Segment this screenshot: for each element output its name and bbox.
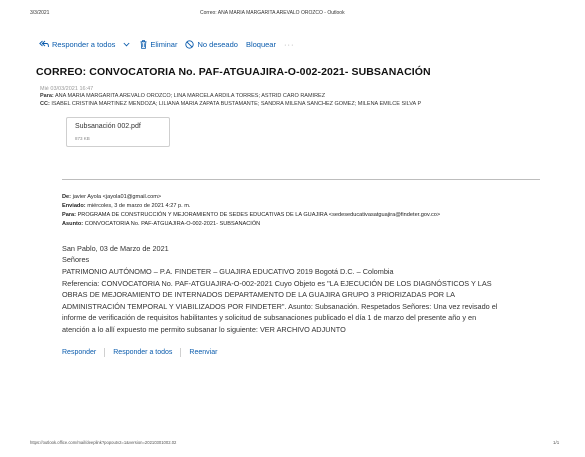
trash-icon <box>140 39 147 49</box>
email-subject: CORREO: CONVOCATORIA No. PAF-ATGUAJIRA-O… <box>36 66 431 78</box>
fwd-to-line: Para: PROGRAMA DE CONSTRUCCIÓN Y MEJORAM… <box>62 212 440 218</box>
sent-date-faded: Mié 03/03/2021 16:47 <box>40 86 94 92</box>
reply-all-icon <box>39 40 49 47</box>
fwd-sent-line: Enviado: miércoles, 3 de marzo de 2021 4… <box>62 203 190 209</box>
reply-all-link[interactable]: Responder a todos <box>105 349 180 356</box>
attachment-card[interactable]: Subsanación 002.pdf 873 KB <box>66 117 170 147</box>
junk-button[interactable]: No deseado <box>185 39 238 49</box>
fwd-sent-label: Enviado: <box>62 203 86 209</box>
print-page-number: 1/1 <box>553 440 560 445</box>
body-line: informe de verificación de requisitos ha… <box>62 313 477 322</box>
print-title: Correo: ANA MARIA MARGARITA AREVALO OROZ… <box>200 10 345 16</box>
fwd-subject-label: Asunto: <box>62 221 84 227</box>
delete-button[interactable]: Eliminar <box>140 40 177 49</box>
body-line: atención a lo allí expuesto me permito s… <box>62 325 346 334</box>
to-recipients: ANA MARIA MARGARITA AREVALO OROZCO; LINA… <box>55 93 326 99</box>
attachment-size: 873 KB <box>75 136 90 141</box>
body-line: San Pablo, 03 de Marzo de 2021 <box>62 244 169 253</box>
more-options-icon[interactable]: ··· <box>284 40 295 49</box>
chevron-down-icon[interactable] <box>123 40 130 49</box>
cc-label: CC: <box>40 101 50 107</box>
body-line: ADMINISTRACIÓN TEMPORAL Y VIABILIZADOS P… <box>62 302 498 311</box>
reply-all-button[interactable]: Responder a todos <box>39 40 115 49</box>
to-label: Para: <box>40 93 54 99</box>
message-divider <box>62 179 540 180</box>
fwd-sent-value: miércoles, 3 de marzo de 2021 4:27 p. m. <box>87 203 191 209</box>
fwd-from-label: De: <box>62 194 72 200</box>
fwd-from-value: javier Ayola <jayola01@gmail.com> <box>72 194 162 200</box>
block-button[interactable]: Bloquear <box>246 40 276 49</box>
cc-recipients: ISABEL CRISTINA MARTINEZ MENDOZA; LILIAN… <box>51 101 422 107</box>
cc-line: CC: ISABEL CRISTINA MARTINEZ MENDOZA; LI… <box>40 101 421 107</box>
block-label: Bloquear <box>245 39 276 49</box>
body-line: PATRIMONIO AUTÓNOMO – P.A. FINDETER – GU… <box>62 267 394 276</box>
body-line: Señores <box>62 255 90 264</box>
fwd-to-value: PROGRAMA DE CONSTRUCCIÓN Y MEJORAMIENTO … <box>77 212 441 218</box>
body-line: OBRAS DE MEJORAMIENTO DE INTERNADOS DEPA… <box>62 290 456 299</box>
reply-all-label: Responder a todos <box>52 39 116 49</box>
forward-link[interactable]: Reenviar <box>181 349 225 356</box>
fwd-to-label: Para: <box>62 212 76 218</box>
print-date: 3/3/2021 <box>30 10 50 16</box>
reply-actions: Responder Responder a todos Reenviar <box>62 348 225 357</box>
body-line: Referencia: CONVOCATORIA No. PAF-ATGUAJI… <box>62 279 492 288</box>
junk-label: No deseado <box>197 39 238 49</box>
message-toolbar: Responder a todos Eliminar No deseado Bl… <box>39 38 294 50</box>
reply-link[interactable]: Responder <box>62 349 104 356</box>
to-line: Para: ANA MARIA MARGARITA AREVALO OROZCO… <box>40 93 325 99</box>
fwd-subject-line: Asunto: CONVOCATORIA No. PAF-ATGUAJIRA-O… <box>62 221 260 227</box>
delete-label: Eliminar <box>150 39 178 49</box>
block-icon <box>185 39 195 49</box>
fwd-from-line: De: javier Ayola <jayola01@gmail.com> <box>62 194 161 200</box>
print-footer-url: https://outlook.office.com/mail/deeplink… <box>30 440 177 445</box>
fwd-subject-value: CONVOCATORIA No. PAF-ATGUAJIRA-O-002-202… <box>84 221 261 227</box>
attachment-name: Subsanación 002.pdf <box>75 123 141 130</box>
